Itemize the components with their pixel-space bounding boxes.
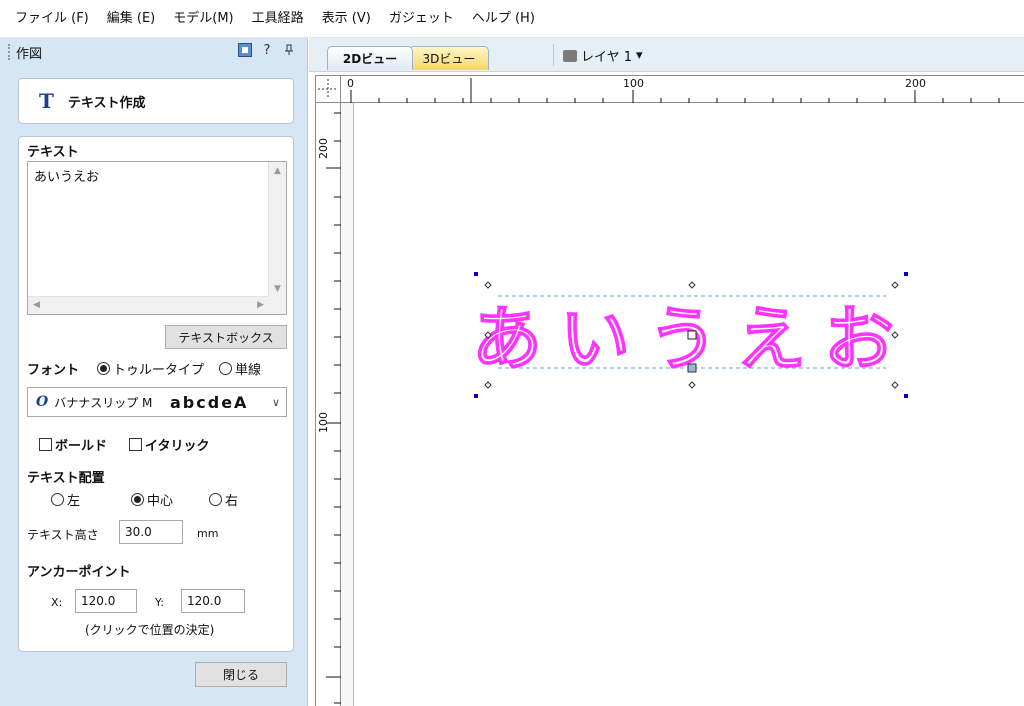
- horizontal-ruler: 0 100 200: [341, 75, 1024, 104]
- panel-header: 作図 ?: [0, 38, 307, 66]
- font-label: フォント: [27, 363, 80, 378]
- text-form: テキスト あいうえお ▲ ▼ ◀ ▶ テキストボックス フォント トゥルータイプ…: [18, 136, 294, 652]
- ruler-label-v200: 200: [317, 138, 330, 159]
- selection-handle[interactable]: [474, 394, 478, 398]
- scale-handle[interactable]: [688, 281, 696, 289]
- scroll-down-icon[interactable]: ▼: [274, 284, 281, 294]
- font-select[interactable]: O バナナスリップ M abcdeA ∨: [27, 387, 287, 417]
- align-left-label: 左: [67, 494, 81, 509]
- scroll-right-icon[interactable]: ▶: [257, 300, 264, 310]
- dock-icon[interactable]: [237, 42, 253, 58]
- italic-checkbox[interactable]: イタリック: [129, 435, 209, 454]
- radio-unchecked-icon: [51, 493, 64, 506]
- menu-view[interactable]: 表示 (V): [313, 0, 380, 38]
- layer-label: レイヤ 1: [581, 50, 633, 65]
- font-type-single-label: 単線: [235, 363, 262, 378]
- tab-2d-view[interactable]: 2Dビュー: [327, 46, 413, 70]
- italic-label: イタリック: [145, 439, 210, 454]
- text-tool-icon: T: [39, 89, 54, 113]
- view-tabstrip: 3Dビュー 2Dビュー レイヤ 1 ▾: [309, 38, 1024, 72]
- text-align-label: テキスト配置: [27, 471, 105, 486]
- align-right-radio[interactable]: 右: [209, 490, 238, 509]
- font-type-truetype-radio[interactable]: トゥルータイプ: [97, 359, 204, 378]
- align-left-radio[interactable]: 左: [51, 490, 80, 509]
- font-name: バナナスリップ M: [54, 395, 153, 410]
- help-icon[interactable]: ?: [259, 42, 275, 58]
- radio-checked-icon: [97, 362, 110, 375]
- anchor-point-label: アンカーポイント: [27, 565, 131, 580]
- align-right-label: 右: [225, 494, 239, 509]
- menu-file[interactable]: ファイル (F): [6, 0, 98, 38]
- text-input-value: あいうえお: [34, 170, 100, 185]
- menu-model[interactable]: モデル(M): [164, 0, 242, 38]
- layer-dropdown[interactable]: レイヤ 1 ▾: [563, 46, 643, 65]
- font-type-icon: O: [36, 394, 49, 410]
- ruler-corner[interactable]: [315, 75, 341, 103]
- scale-handle[interactable]: [484, 381, 492, 389]
- scale-handle[interactable]: [891, 381, 899, 389]
- scroll-corner: [268, 296, 286, 314]
- toolbar-separator: [553, 44, 554, 66]
- dropdown-arrow-icon: ▾: [636, 48, 643, 63]
- scale-handle[interactable]: [484, 281, 492, 289]
- y-label: Y:: [155, 596, 164, 609]
- anchor-hint: (クリックで位置の決定): [85, 623, 215, 637]
- center-handle[interactable]: [687, 330, 697, 340]
- vertical-ruler: 200 100: [315, 103, 342, 706]
- text-height-unit: mm: [197, 527, 219, 540]
- menu-bar: ファイル (F) 編集 (E) モデル(M) 工具経路 表示 (V) ガジェット…: [0, 0, 1024, 38]
- radio-unchecked-icon: [219, 362, 232, 375]
- menu-edit[interactable]: 編集 (E): [98, 0, 165, 38]
- tab-3d-view[interactable]: 3Dビュー: [409, 46, 489, 70]
- text-height-field[interactable]: 30.0: [119, 520, 183, 544]
- text-section-label: テキスト: [27, 145, 79, 160]
- x-label: X:: [51, 596, 63, 609]
- bold-checkbox[interactable]: ボールド: [39, 435, 107, 454]
- drawing-panel: 作図 ? T テキスト作成 テキスト あいうえお ▲ ▼ ◀ ▶ テキストボック: [0, 38, 308, 706]
- anchor-y-field[interactable]: 120.0: [181, 589, 245, 613]
- font-sample: abcdeA: [170, 392, 249, 412]
- drawing-canvas[interactable]: あいうえお: [355, 103, 1024, 706]
- ruler-label-100: 100: [623, 77, 644, 90]
- panel-grip[interactable]: [8, 44, 10, 60]
- align-center-radio[interactable]: 中心: [131, 490, 173, 509]
- selection-handle[interactable]: [904, 272, 908, 276]
- scroll-left-icon[interactable]: ◀: [33, 300, 40, 310]
- pin-icon[interactable]: [281, 42, 297, 58]
- checkbox-icon: [129, 438, 142, 451]
- tool-title: テキスト作成: [67, 95, 146, 111]
- selection-handle[interactable]: [474, 272, 478, 276]
- close-button[interactable]: 閉じる: [195, 662, 287, 687]
- scale-handle[interactable]: [891, 281, 899, 289]
- canvas-left-margin: [341, 103, 354, 706]
- canvas-svg: あいうえお: [471, 272, 908, 398]
- anchor-x-field[interactable]: 120.0: [75, 589, 137, 613]
- layer-icon: [563, 49, 577, 62]
- ruler-label-0: 0: [347, 77, 354, 90]
- vertical-scrollbar[interactable]: ▲ ▼: [268, 162, 286, 298]
- anchor-point-handle[interactable]: [687, 363, 697, 373]
- selection-handle[interactable]: [904, 394, 908, 398]
- scale-handle[interactable]: [688, 381, 696, 389]
- menu-toolpath[interactable]: 工具経路: [243, 0, 313, 38]
- menu-gadget[interactable]: ガジェット: [380, 0, 463, 38]
- text-input[interactable]: あいうえお ▲ ▼ ◀ ▶: [27, 161, 287, 315]
- scroll-up-icon[interactable]: ▲: [274, 166, 281, 176]
- font-type-single-radio[interactable]: 単線: [219, 359, 261, 378]
- ruler-label-200: 200: [905, 77, 926, 90]
- text-height-label: テキスト高さ: [27, 528, 99, 542]
- textbox-button[interactable]: テキストボックス: [165, 325, 287, 349]
- horizontal-scrollbar[interactable]: ◀ ▶: [28, 296, 269, 314]
- chevron-down-icon: ∨: [271, 395, 280, 409]
- font-type-truetype-label: トゥルータイプ: [113, 363, 205, 378]
- checkbox-icon: [39, 438, 52, 451]
- radio-unchecked-icon: [209, 493, 222, 506]
- menu-help[interactable]: ヘルプ (H): [463, 0, 544, 38]
- panel-title: 作図: [16, 46, 43, 62]
- radio-checked-icon: [131, 493, 144, 506]
- ruler-label-v100: 100: [317, 412, 330, 433]
- bold-label: ボールド: [55, 439, 108, 454]
- tool-title-card: T テキスト作成: [18, 78, 294, 124]
- align-center-label: 中心: [147, 494, 174, 509]
